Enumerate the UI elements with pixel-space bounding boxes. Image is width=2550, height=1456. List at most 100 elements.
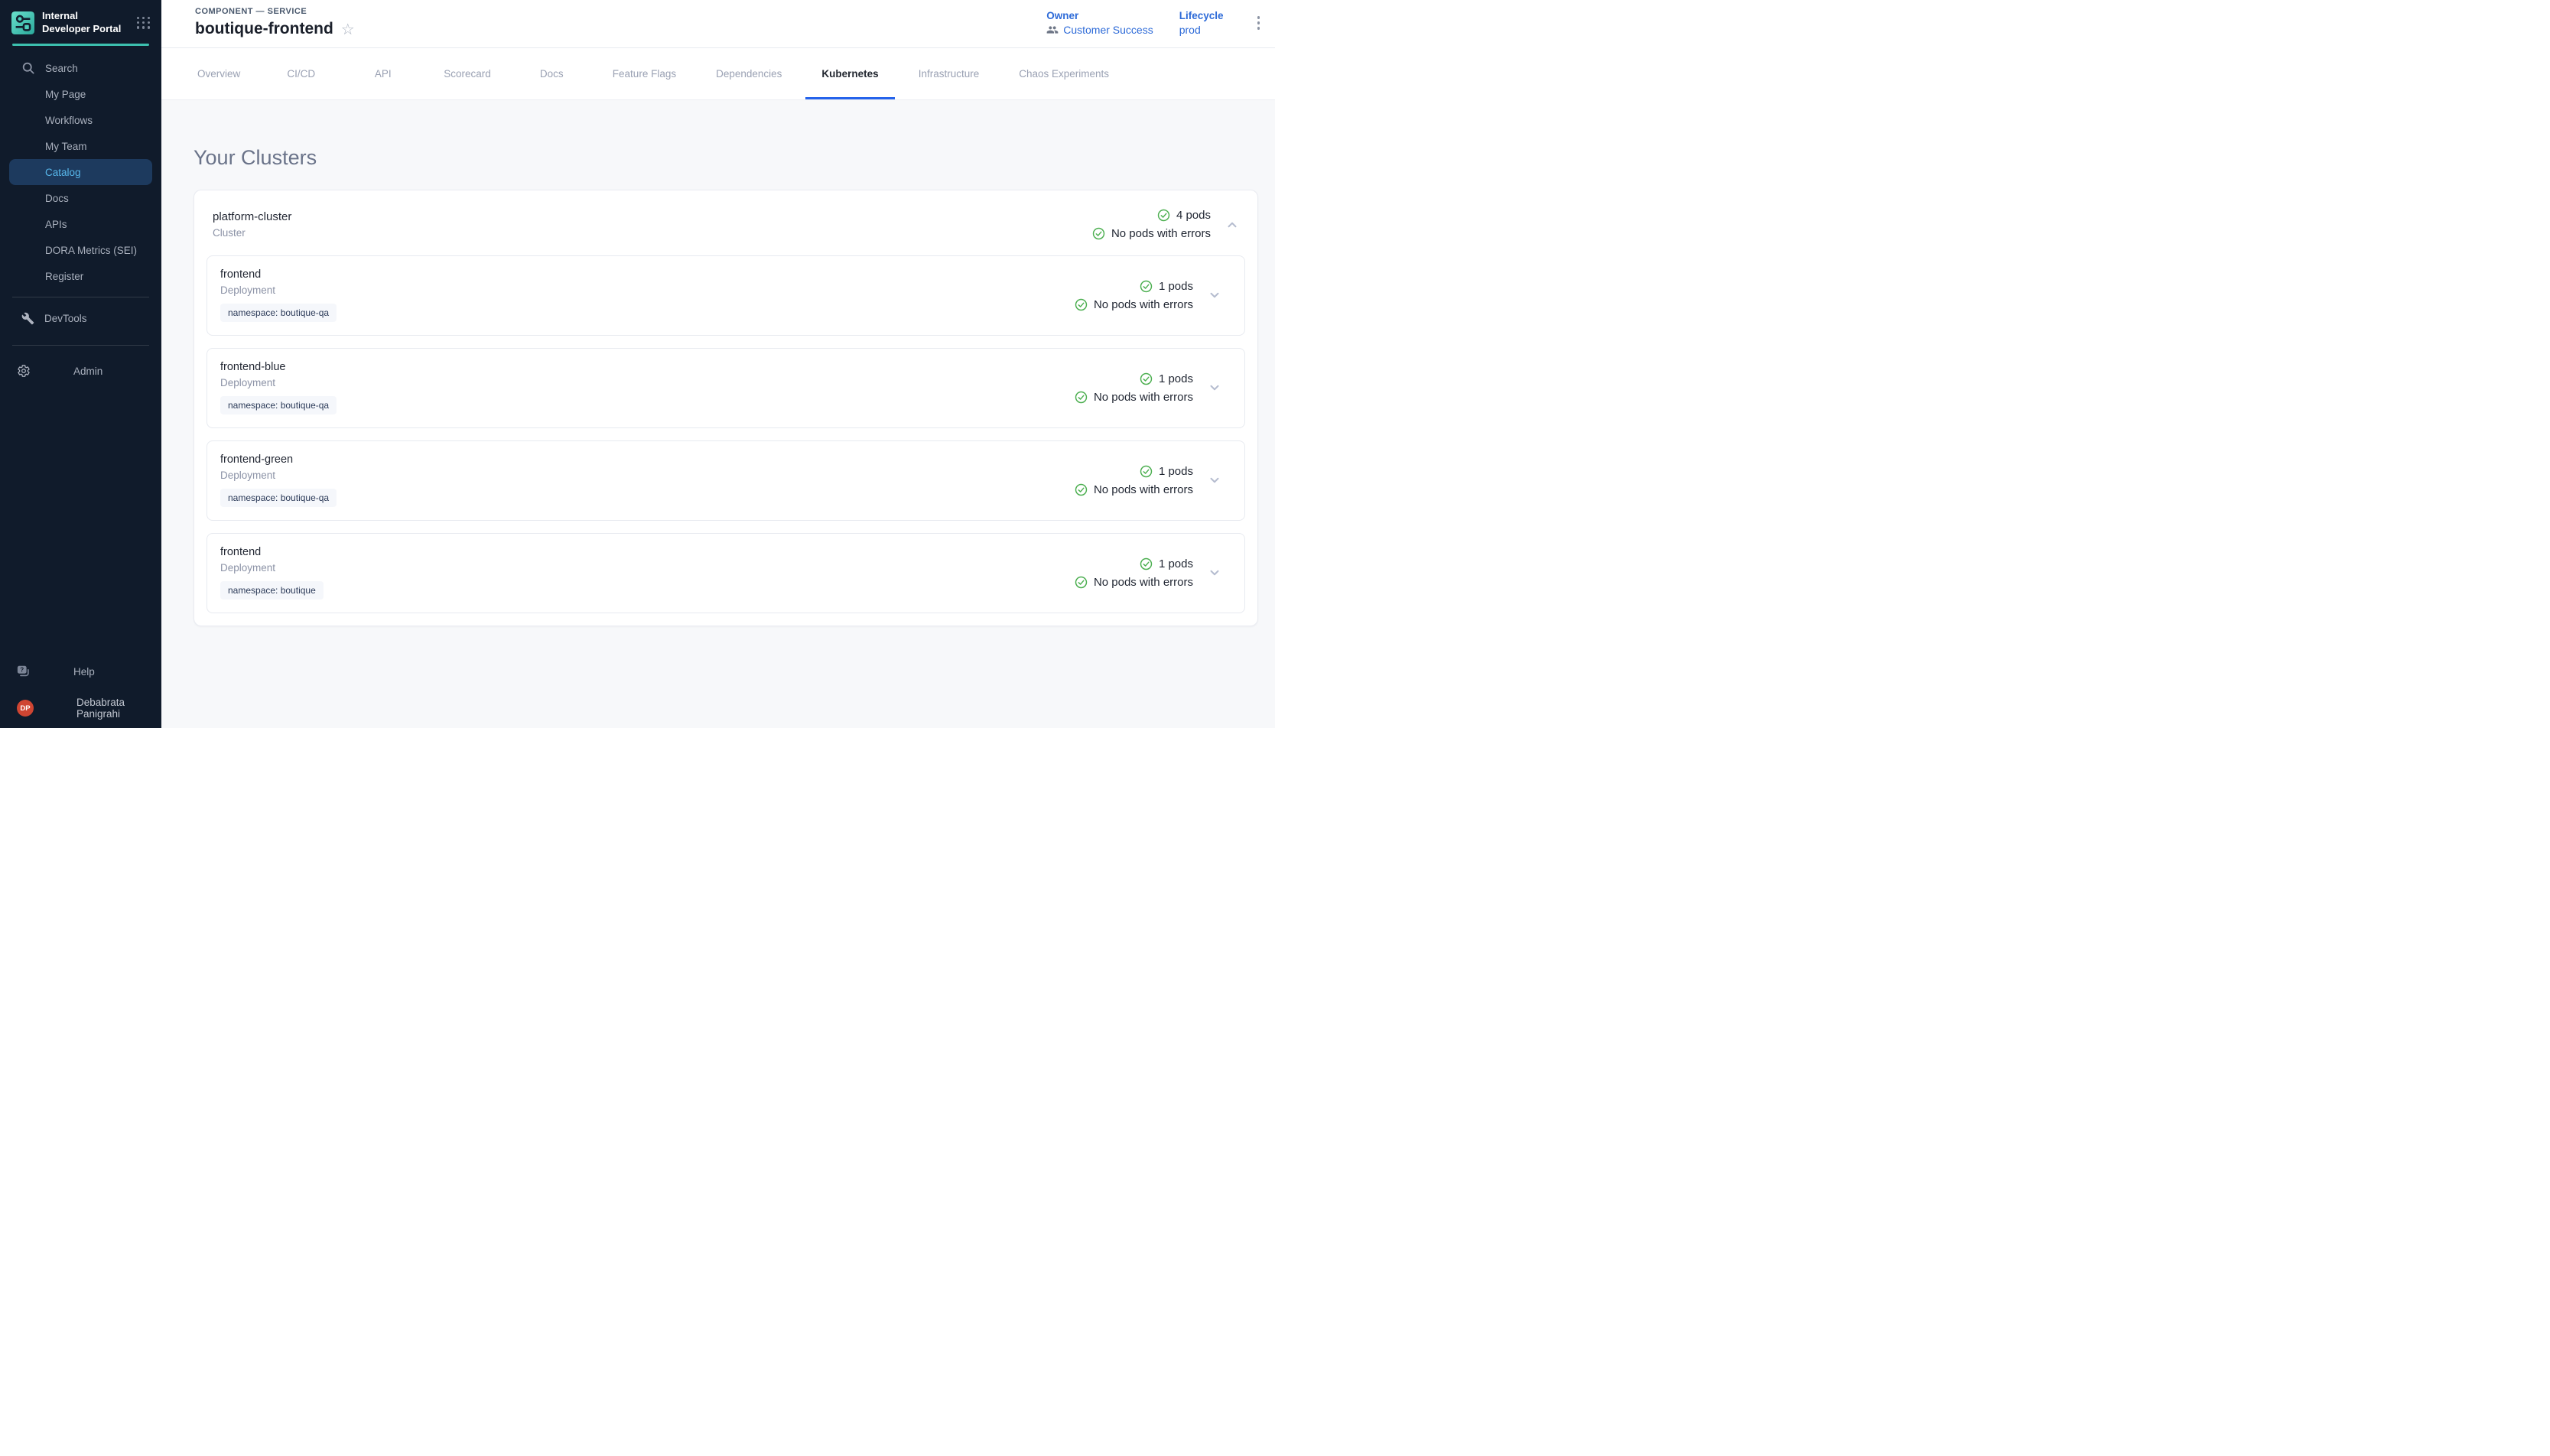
tab-docs[interactable]: Docs bbox=[515, 48, 589, 99]
sidebar-item-catalog[interactable]: Catalog bbox=[9, 159, 152, 185]
check-circle-icon bbox=[1092, 227, 1105, 240]
sidebar-item-label: Workflows bbox=[45, 115, 93, 126]
cluster-kind: Cluster bbox=[213, 227, 291, 239]
sidebar-item-workflows[interactable]: Workflows bbox=[9, 107, 152, 133]
sidebar-item-devtools[interactable]: DevTools bbox=[9, 305, 152, 331]
lifecycle-label: Lifecycle bbox=[1179, 10, 1224, 21]
workload-name: frontend-blue bbox=[220, 361, 337, 373]
workload-pods-count: 1 pods bbox=[1159, 557, 1193, 570]
sidebar-item-apis[interactable]: APIs bbox=[9, 211, 152, 237]
workload-card: frontend Deployment namespace: boutique … bbox=[207, 533, 1245, 613]
workload-errors-status: No pods with errors bbox=[1094, 483, 1193, 496]
tab-dependencies[interactable]: Dependencies bbox=[700, 48, 798, 99]
chevron-down-icon[interactable] bbox=[1205, 470, 1225, 490]
tab-kubernetes[interactable]: Kubernetes bbox=[805, 48, 894, 99]
lifecycle-value: prod bbox=[1179, 24, 1224, 36]
check-circle-icon bbox=[1075, 483, 1088, 496]
app-window: Internal Developer Portal Search My Page… bbox=[0, 0, 1275, 728]
sidebar-item-label: Help bbox=[73, 666, 95, 678]
check-circle-icon bbox=[1140, 372, 1153, 385]
sidebar-accent-divider bbox=[12, 44, 149, 46]
help-chat-icon: ? bbox=[17, 665, 31, 678]
favorite-star-icon[interactable]: ☆ bbox=[341, 22, 355, 37]
check-circle-icon bbox=[1075, 576, 1088, 589]
cluster-errors-status: No pods with errors bbox=[1111, 227, 1211, 240]
sidebar-item-label: Admin bbox=[73, 366, 102, 377]
sidebar-nav: Search My Page Workflows My Team Catalog… bbox=[0, 54, 161, 384]
sidebar-item-label: Catalog bbox=[45, 167, 81, 178]
check-circle-icon bbox=[1075, 298, 1088, 311]
gear-icon bbox=[17, 364, 31, 378]
chevron-up-icon[interactable] bbox=[1222, 215, 1242, 235]
workload-kind: Deployment bbox=[220, 562, 324, 574]
workload-card: frontend-green Deployment namespace: bou… bbox=[207, 440, 1245, 521]
cluster-header-row: platform-cluster Cluster 4 pods bbox=[194, 190, 1257, 255]
wrench-icon bbox=[21, 312, 34, 325]
kebab-menu-icon[interactable] bbox=[1253, 10, 1265, 36]
tab-overview[interactable]: Overview bbox=[181, 48, 256, 99]
sidebar-item-label: DevTools bbox=[44, 313, 87, 324]
sidebar-item-my-team[interactable]: My Team bbox=[9, 133, 152, 159]
sidebar-item-help[interactable]: ? Help bbox=[0, 658, 161, 684]
lifecycle-group: Lifecycle prod bbox=[1179, 10, 1224, 36]
sidebar-divider bbox=[12, 345, 149, 346]
namespace-chip: namespace: boutique-qa bbox=[220, 489, 337, 507]
workload-name: frontend bbox=[220, 546, 324, 558]
entity-header: COMPONENT — SERVICE boutique-frontend ☆ … bbox=[161, 0, 1275, 48]
check-circle-icon bbox=[1157, 209, 1170, 222]
tab-scorecard[interactable]: Scorecard bbox=[428, 48, 507, 99]
sidebar: Internal Developer Portal Search My Page… bbox=[0, 0, 161, 728]
owner-group: Owner Customer Success bbox=[1046, 10, 1153, 36]
check-circle-icon bbox=[1075, 391, 1088, 404]
namespace-chip: namespace: boutique-qa bbox=[220, 304, 337, 322]
tab-api[interactable]: API bbox=[346, 48, 420, 99]
sidebar-item-docs[interactable]: Docs bbox=[9, 185, 152, 211]
people-icon bbox=[1046, 24, 1059, 36]
app-title: Internal Developer Portal bbox=[42, 10, 128, 35]
sidebar-item-search[interactable]: Search bbox=[9, 55, 152, 81]
tab-chaos-experiments[interactable]: Chaos Experiments bbox=[1003, 48, 1125, 99]
kubernetes-content: Your Clusters platform-cluster Cluster bbox=[161, 100, 1275, 728]
sidebar-item-label: APIs bbox=[45, 219, 67, 230]
sidebar-item-label: Docs bbox=[45, 193, 69, 204]
tab-cicd[interactable]: CI/CD bbox=[264, 48, 338, 99]
workload-kind: Deployment bbox=[220, 377, 337, 388]
sidebar-item-my-page[interactable]: My Page bbox=[9, 81, 152, 107]
sidebar-header: Internal Developer Portal bbox=[0, 0, 161, 44]
chevron-down-icon[interactable] bbox=[1205, 285, 1225, 305]
cluster-name: platform-cluster bbox=[213, 210, 291, 223]
sidebar-item-dora-metrics[interactable]: DORA Metrics (SEI) bbox=[9, 237, 152, 263]
workload-pods-count: 1 pods bbox=[1159, 372, 1193, 385]
chevron-down-icon[interactable] bbox=[1205, 378, 1225, 398]
entity-header-left: COMPONENT — SERVICE boutique-frontend ☆ bbox=[195, 7, 355, 38]
namespace-chip: namespace: boutique-qa bbox=[220, 396, 337, 414]
clusters-heading: Your Clusters bbox=[194, 146, 1275, 170]
workload-name: frontend bbox=[220, 268, 337, 281]
check-circle-icon bbox=[1140, 557, 1153, 570]
main-area: COMPONENT — SERVICE boutique-frontend ☆ … bbox=[161, 0, 1275, 728]
cluster-pods-count: 4 pods bbox=[1176, 209, 1211, 222]
search-icon bbox=[21, 61, 35, 75]
sidebar-item-register[interactable]: Register bbox=[9, 263, 152, 289]
sidebar-item-label: Register bbox=[45, 271, 83, 282]
svg-text:?: ? bbox=[20, 667, 24, 674]
workload-name: frontend-green bbox=[220, 453, 337, 466]
sidebar-item-label: Search bbox=[45, 63, 78, 74]
workload-errors-status: No pods with errors bbox=[1094, 298, 1193, 311]
workload-kind: Deployment bbox=[220, 284, 337, 296]
tab-feature-flags[interactable]: Feature Flags bbox=[597, 48, 692, 99]
namespace-chip: namespace: boutique bbox=[220, 581, 324, 600]
workload-errors-status: No pods with errors bbox=[1094, 576, 1193, 589]
owner-link[interactable]: Customer Success bbox=[1046, 24, 1153, 36]
entity-tabbar: Overview CI/CD API Scorecard Docs Featur… bbox=[161, 48, 1275, 100]
chevron-down-icon[interactable] bbox=[1205, 563, 1225, 583]
tab-infrastructure[interactable]: Infrastructure bbox=[903, 48, 996, 99]
sidebar-item-label: DORA Metrics (SEI) bbox=[45, 245, 137, 256]
workload-pods-count: 1 pods bbox=[1159, 465, 1193, 478]
sidebar-user[interactable]: DP Debabrata Panigrahi bbox=[0, 695, 161, 721]
owner-value: Customer Success bbox=[1063, 24, 1153, 36]
sidebar-bottom: ? Help DP Debabrata Panigrahi bbox=[0, 658, 161, 728]
app-switcher-grid-icon[interactable] bbox=[135, 15, 152, 31]
sidebar-item-admin[interactable]: Admin bbox=[0, 358, 161, 384]
page-title: boutique-frontend bbox=[195, 20, 333, 38]
